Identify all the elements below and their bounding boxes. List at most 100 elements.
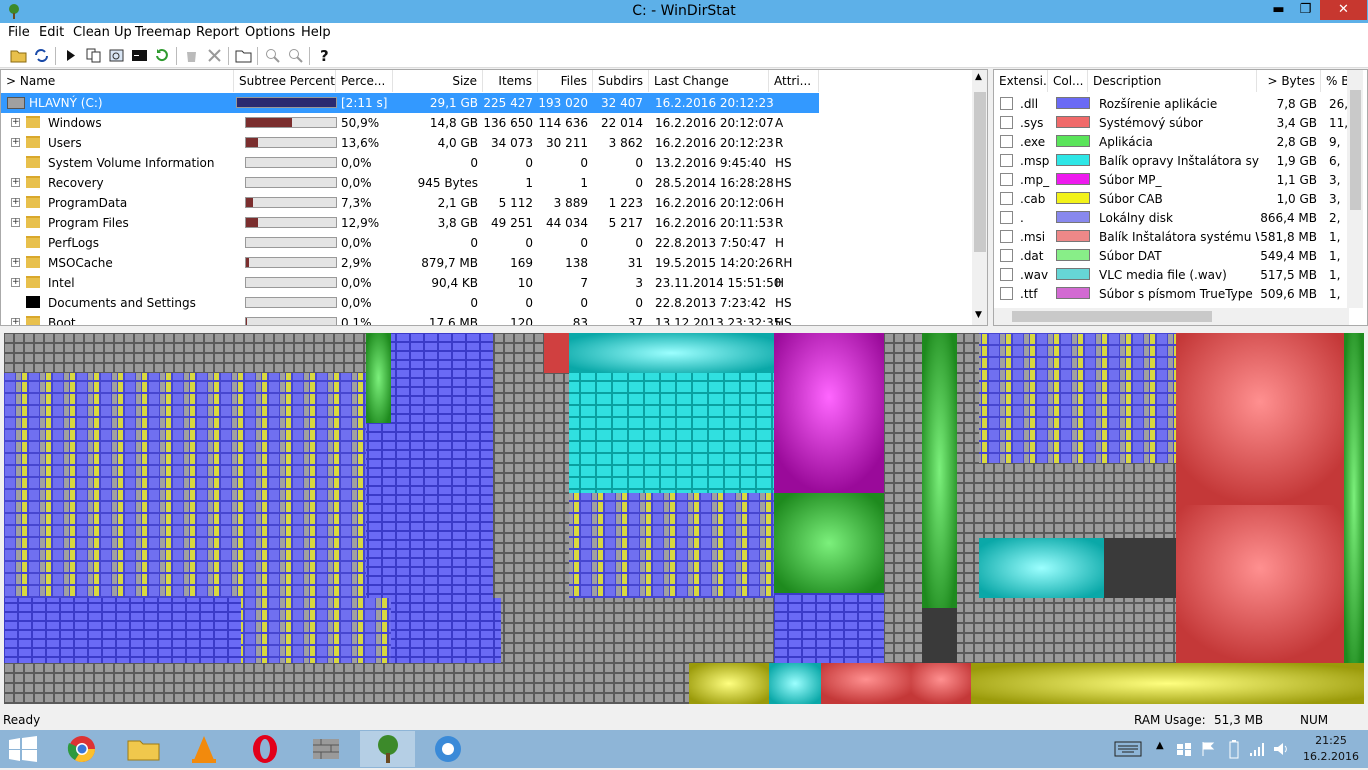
col-subtree-percent[interactable]: Subtree Percent... (234, 70, 336, 92)
tree-cell-items: 225 427 (483, 96, 533, 110)
open-folder-icon[interactable] (10, 47, 27, 64)
col-bytes[interactable]: > Bytes (1257, 70, 1321, 92)
start-button-icon[interactable] (9, 736, 37, 762)
extension-bytes: 581,8 MB (1260, 230, 1317, 244)
tree-row[interactable]: + Windows 50,9% 14,8 GB 136 650 114 636 22 014… (1, 113, 819, 133)
clock-time[interactable]: 21:25 (1300, 734, 1362, 747)
directory-tree-panel[interactable]: > Name Subtree Percent... Perce... Size … (0, 69, 988, 326)
menu-edit[interactable]: Edit (39, 25, 64, 40)
col-attributes[interactable]: Attri... (769, 70, 819, 92)
battery-icon[interactable] (1228, 739, 1240, 759)
treemap-view[interactable] (4, 333, 1364, 704)
tree-row[interactable]: + Boot 0,1% 17,6 MB 120 83 37 13.12.2013 23:32:… (1, 313, 819, 325)
action-center-flag-icon[interactable] (1200, 741, 1216, 757)
expand-toggle[interactable]: + (11, 258, 20, 267)
copy-icon[interactable] (85, 47, 102, 64)
col-extension[interactable]: Extensi... (994, 70, 1048, 92)
subtree-percent-bar (245, 217, 337, 228)
col-percent[interactable]: Perce... (336, 70, 393, 92)
firewall-app-taskbar-icon[interactable] (299, 731, 354, 767)
extension-row[interactable]: .cab Súbor CAB 1,0 GB 3, (994, 189, 1354, 208)
col-name[interactable]: > Name (1, 70, 234, 92)
extension-row[interactable]: .sys Systémový súbor 3,4 GB 11, (994, 113, 1354, 132)
folder-icon (26, 116, 40, 128)
network-app-taskbar-icon[interactable] (421, 731, 476, 767)
tree-row-root[interactable]: HLAVNÝ (C:) [2:11 s] 29,1 GB 225 427 193 020… (1, 93, 819, 113)
extension-row[interactable]: .exe Aplikácia 2,8 GB 9, (994, 132, 1354, 151)
menu-file[interactable]: File (8, 25, 30, 40)
extension-vertical-scrollbar[interactable] (1347, 70, 1363, 308)
tree-cell-attr: R (775, 136, 784, 150)
opera-taskbar-icon[interactable] (238, 731, 293, 767)
col-description[interactable]: Description (1088, 70, 1257, 92)
extension-row[interactable]: .msi Balík Inštalátora systému Wi...581,8… (994, 227, 1354, 246)
extension-row[interactable]: .msp Balík opravy Inštalátora syst... 1,9 … (994, 151, 1354, 170)
col-subdirs[interactable]: Subdirs (593, 70, 649, 92)
file-explorer-taskbar-icon[interactable] (116, 731, 171, 767)
col-last-change[interactable]: Last Change (649, 70, 769, 92)
tree-row[interactable]: + Intel 0,0% 90,4 KB 10 7 3 23.11.2014 15:51:50… (1, 273, 819, 293)
volume-icon[interactable] (1272, 740, 1290, 758)
menu-help[interactable]: Help (301, 25, 331, 40)
tree-row[interactable]: Documents and Settings 0,0% 0 0 0 0 22.8.2013 … (1, 293, 819, 313)
expand-toggle[interactable]: + (11, 118, 20, 127)
tree-cell-last-change: 16.2.2016 20:12:23 (655, 136, 774, 150)
refresh-selected-icon[interactable] (154, 47, 171, 64)
expand-toggle[interactable]: + (11, 138, 20, 147)
extension-row[interactable]: .dll Rozšírenie aplikácie 7,8 GB 26, (994, 94, 1354, 113)
windirstat-taskbar-icon[interactable] (360, 731, 415, 767)
extension-row[interactable]: .dat Súbor DAT 549,4 MB 1, (994, 246, 1354, 265)
menu-clean-up[interactable]: Clean Up (73, 25, 132, 40)
tree-row[interactable]: + Users 13,6% 4,0 GB 34 073 30 211 3 862 16.2.2… (1, 133, 819, 153)
tree-row[interactable]: + Recovery 0,0% 945 Bytes 1 1 0 28.5.2014 16:28… (1, 173, 819, 193)
vlc-taskbar-icon[interactable] (177, 731, 232, 767)
tree-item-name: PerfLogs (48, 236, 100, 250)
tree-row[interactable]: + MSOCache 2,9% 879,7 MB 169 138 31 19.5.2015 1… (1, 253, 819, 273)
windows-flag-tray-icon[interactable] (1176, 741, 1192, 757)
col-color[interactable]: Col... (1048, 70, 1088, 92)
wifi-signal-icon[interactable] (1248, 740, 1266, 758)
extension-horizontal-scrollbar[interactable] (994, 308, 1349, 325)
col-items[interactable]: Items (483, 70, 538, 92)
refresh-all-icon[interactable] (33, 47, 50, 64)
extension-row[interactable]: .ttf Súbor s písmom TrueType 509,6 MB 1, (994, 284, 1354, 303)
command-prompt-icon[interactable] (131, 47, 148, 64)
new-folder-icon[interactable] (235, 47, 252, 64)
col-size[interactable]: Size (393, 70, 483, 92)
tree-row[interactable]: + Program Files 12,9% 3,8 GB 49 251 44 034 5 2… (1, 213, 819, 233)
tree-row[interactable]: PerfLogs 0,0% 0 0 0 0 22.8.2013 7:50:47 H (1, 233, 819, 253)
clock-date[interactable]: 16.2.2016 (1300, 750, 1362, 763)
help-icon[interactable]: ? (316, 47, 333, 64)
subtree-percent-bar (245, 297, 337, 308)
expand-toggle[interactable]: + (11, 198, 20, 207)
menu-treemap[interactable]: Treemap (135, 25, 191, 40)
tree-cell-size: 14,8 GB (429, 116, 478, 130)
expand-toggle[interactable]: + (11, 218, 20, 227)
col-files[interactable]: Files (538, 70, 593, 92)
tree-vertical-scrollbar[interactable]: ▲ ▼ (972, 70, 987, 325)
tree-row[interactable]: + ProgramData 7,3% 2,1 GB 5 112 3 889 1 223 16.… (1, 193, 819, 213)
keyboard-icon[interactable] (1114, 741, 1142, 757)
maximize-button[interactable]: ❐ (1292, 0, 1319, 20)
extension-row[interactable]: .wav VLC media file (.wav) 517,5 MB 1, (994, 265, 1354, 284)
expand-toggle[interactable]: + (11, 178, 20, 187)
expand-toggle[interactable]: + (11, 318, 20, 325)
menu-report[interactable]: Report (196, 25, 239, 40)
tree-row[interactable]: System Volume Information 0,0% 0 0 0 0 13.2.20… (1, 153, 819, 173)
extension-row[interactable]: . Lokálny disk 866,4 MB 2, (994, 208, 1354, 227)
subtree-percent-bar (245, 197, 337, 208)
show-hidden-icons-icon[interactable]: ▲ (1156, 740, 1164, 751)
menu-options[interactable]: Options (245, 25, 295, 40)
tree-cell-items: 5 112 (498, 196, 533, 210)
extension-list-panel[interactable]: Extensi... Col... Description > Bytes % … (993, 69, 1368, 326)
chrome-taskbar-icon[interactable] (55, 731, 110, 767)
expand-toggle[interactable]: + (11, 278, 20, 287)
close-button[interactable]: ✕ (1320, 0, 1367, 20)
run-icon[interactable] (62, 47, 79, 64)
minimize-button[interactable]: ▬ (1265, 0, 1292, 20)
extension-row[interactable]: .mp_ Súbor MP_ 1,1 GB 3, (994, 170, 1354, 189)
tree-cell-items: 0 (525, 236, 533, 250)
tree-cell-size: 879,7 MB (421, 256, 478, 270)
explorer-icon[interactable] (108, 47, 125, 64)
extension-name: .exe (1020, 135, 1046, 149)
